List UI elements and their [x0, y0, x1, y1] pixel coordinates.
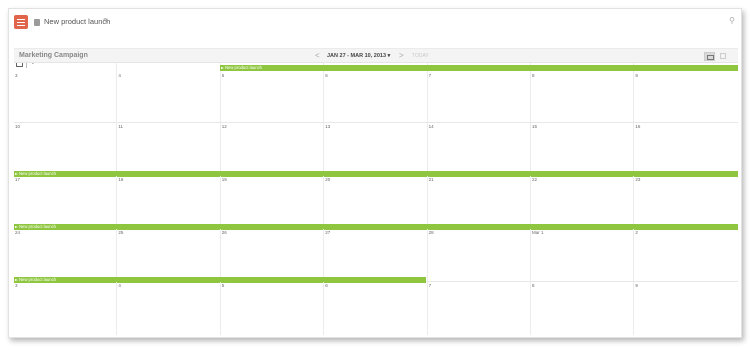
day-number: 9 [635, 73, 638, 78]
top-bar: New product launch ✎ ⚲ [9, 9, 741, 31]
day-cell[interactable]: 21 [428, 176, 531, 228]
day-number: 21 [428, 177, 434, 182]
day-cell[interactable]: 3 [14, 282, 118, 335]
chevron-down-icon: ▾ [387, 53, 391, 59]
day-cell[interactable]: 17 [14, 176, 118, 228]
day-number: 23 [635, 177, 641, 182]
today-button[interactable]: TODAY [412, 53, 429, 59]
day-cell[interactable]: 22 [531, 176, 635, 228]
day-number: 13 [325, 124, 331, 129]
day-number: 22 [532, 177, 538, 182]
day-cell[interactable]: 28 [428, 229, 531, 281]
day-number: 8 [532, 283, 535, 288]
next-icon[interactable]: > [399, 51, 404, 60]
day-number: 28 [428, 230, 434, 235]
day-cell[interactable]: 7 [428, 282, 531, 335]
day-cell[interactable]: 6 [324, 63, 428, 122]
day-number: 3 [15, 283, 18, 288]
day-cell[interactable]: 13 [324, 123, 428, 175]
day-cell[interactable]: 18 [117, 176, 221, 228]
day-number: 4 [118, 283, 121, 288]
day-cell[interactable]: 20 [324, 176, 428, 228]
day-cell[interactable]: 25 [117, 229, 221, 281]
day-cell[interactable]: 26 [221, 229, 325, 281]
day-number: 8 [532, 73, 535, 78]
day-cell[interactable]: Mar 1 [531, 229, 635, 281]
calendar-grid: 3 4 5 6 7 8 9 New product launch 10 11 1… [14, 63, 738, 335]
day-cell[interactable]: 12 [221, 123, 325, 175]
day-number: 20 [325, 177, 331, 182]
hamburger-icon[interactable] [14, 15, 28, 29]
week-row: 3 4 5 6 7 8 9 [14, 282, 738, 335]
day-number: 18 [118, 177, 124, 182]
event-bar[interactable]: New product launch [220, 65, 738, 71]
day-cell[interactable]: 5 [221, 282, 325, 335]
day-cell[interactable]: 7 [428, 63, 531, 122]
day-cell[interactable]: 8 [531, 282, 635, 335]
day-cell[interactable]: 16 [634, 123, 737, 175]
day-cell[interactable]: 8 [531, 63, 635, 122]
day-number: 2 [635, 230, 638, 235]
week-row: 3 4 5 6 7 8 9 New product launch [14, 63, 738, 123]
day-cell[interactable]: 27 [324, 229, 428, 281]
prev-icon[interactable]: < [315, 51, 320, 60]
day-cell[interactable]: 10 [14, 123, 118, 175]
calendar-header: Marketing Campaign < JAN 27 - MAR 10, 20… [14, 48, 738, 63]
day-cell[interactable]: 2 [634, 229, 737, 281]
date-range-selector[interactable]: JAN 27 - MAR 10, 2013 ▾ [327, 53, 390, 59]
week-row: 24 25 26 27 28 Mar 1 2 [14, 229, 738, 282]
day-number: 12 [221, 124, 227, 129]
day-cell[interactable]: 14 [428, 123, 531, 175]
document-title[interactable]: New product launch [44, 17, 110, 26]
day-number: 6 [325, 283, 328, 288]
day-number: 4 [118, 73, 121, 78]
week-row: 10 11 12 13 14 15 16 [14, 123, 738, 176]
day-cell[interactable]: 4 [117, 63, 221, 122]
day-cell[interactable]: 23 [634, 176, 737, 228]
date-range-label: JAN 27 - MAR 10, 2013 [327, 53, 386, 59]
day-cell[interactable]: 19 [221, 176, 325, 228]
day-number: 16 [635, 124, 641, 129]
calendar-title: Marketing Campaign [19, 52, 88, 59]
day-number: 6 [325, 73, 328, 78]
pin-icon[interactable]: ⚲ [729, 16, 735, 25]
day-number: 5 [221, 73, 225, 78]
day-number: 3 [15, 73, 18, 78]
secondary-toolbar: + [9, 33, 741, 68]
day-cell[interactable]: 15 [531, 123, 635, 175]
day-number: 27 [325, 230, 331, 235]
day-cell[interactable]: 11 [117, 123, 221, 175]
day-number: 5 [221, 283, 225, 288]
week-view-icon[interactable] [720, 53, 726, 59]
day-cell[interactable]: 3 [14, 63, 118, 122]
month-view-icon[interactable] [704, 52, 715, 61]
day-cell[interactable]: 9 [634, 63, 737, 122]
day-cell[interactable]: 4 [117, 282, 221, 335]
day-number: 9 [635, 283, 638, 288]
day-cell[interactable]: 24 [14, 229, 118, 281]
day-number: 7 [428, 283, 432, 288]
day-number: 24 [15, 230, 21, 235]
day-number: 25 [118, 230, 124, 235]
calendar-window: New product launch ✎ ⚲ + Marketing Campa… [8, 8, 742, 338]
day-number: 26 [221, 230, 227, 235]
day-cell[interactable]: 6 [324, 282, 428, 335]
week-row: 17 18 19 20 21 22 23 [14, 176, 738, 229]
day-number: 7 [428, 73, 432, 78]
day-number: 14 [428, 124, 434, 129]
day-cell[interactable]: 5 [221, 63, 325, 122]
day-cell[interactable]: 9 [634, 282, 737, 335]
document-icon [34, 19, 40, 26]
day-number: 10 [15, 124, 21, 129]
day-number: 15 [532, 124, 538, 129]
day-number: 11 [118, 124, 124, 129]
pencil-icon[interactable]: ✎ [103, 17, 109, 25]
day-number: 19 [221, 177, 227, 182]
day-number: 17 [15, 177, 21, 182]
day-number: Mar 1 [532, 230, 544, 235]
